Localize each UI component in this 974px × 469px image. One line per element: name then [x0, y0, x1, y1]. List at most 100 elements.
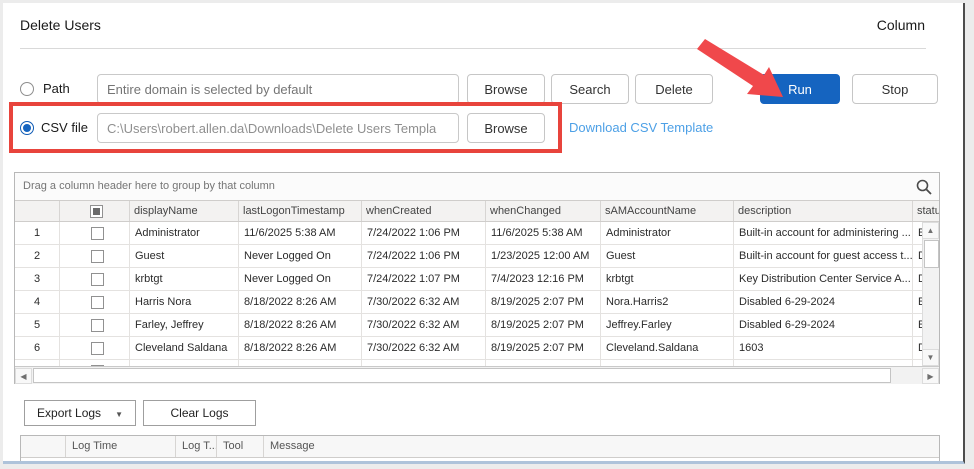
row-checkbox[interactable]	[90, 318, 104, 332]
log-marker-column-header	[21, 436, 66, 457]
column-menu[interactable]: Column	[877, 17, 925, 33]
cell-lastlogontimestamp: Never Logged On	[239, 268, 362, 290]
column-header-whencreated[interactable]: whenCreated	[362, 201, 486, 221]
group-by-bar[interactable]: Drag a column header here to group by th…	[15, 173, 939, 201]
logs-grid: Log Time Log T... Tool Message	[20, 435, 940, 461]
table-row[interactable]: 2 Guest Never Logged On 7/24/2022 1:06 P…	[15, 245, 939, 268]
cell-description: Built-in account for administering ...	[734, 222, 913, 244]
row-checkbox-cell	[60, 222, 130, 244]
horizontal-scrollbar[interactable]: ◀ ▶	[15, 366, 939, 384]
cell-description: Built-in account for guest access t...	[734, 245, 913, 267]
cell-displayname: Harris Nora	[130, 291, 239, 313]
column-header-log-type[interactable]: Log T...	[176, 436, 217, 457]
path-radio[interactable]	[20, 82, 34, 96]
users-grid: Drag a column header here to group by th…	[14, 172, 940, 384]
csv-path-input[interactable]	[97, 113, 459, 143]
run-button[interactable]: Run	[760, 74, 840, 104]
row-checkbox[interactable]	[90, 272, 104, 286]
export-logs-label: Export Logs	[37, 406, 102, 420]
row-number: 4	[15, 291, 60, 313]
row-checkbox-cell	[60, 268, 130, 290]
chevron-down-icon: ▼	[115, 410, 123, 419]
page-title: Delete Users	[20, 17, 101, 33]
cell-samaccountname: Cleveland.Saldana	[601, 337, 734, 359]
csv-radio-label: CSV file	[41, 120, 88, 135]
vertical-scrollbar[interactable]: ▲ ▼	[922, 222, 939, 366]
delete-users-window: Delete Users Column Path Browse Search D…	[3, 3, 965, 464]
table-row[interactable]: 5 Farley, Jeffrey 8/18/2022 8:26 AM 7/30…	[15, 314, 939, 337]
column-header-whenchanged[interactable]: whenChanged	[486, 201, 601, 221]
cell-displayname: Administrator	[130, 222, 239, 244]
title-separator	[20, 48, 926, 49]
cell-whencreated: 7/24/2022 1:06 PM	[362, 245, 486, 267]
path-radio-label: Path	[43, 81, 70, 96]
cell-description: 1603	[734, 337, 913, 359]
scroll-down-button[interactable]: ▼	[922, 349, 939, 366]
cell-whenchanged: 8/19/2025 2:07 PM	[486, 337, 601, 359]
table-row[interactable]: 1 Administrator 11/6/2025 5:38 AM 7/24/2…	[15, 222, 939, 245]
scroll-up-button[interactable]: ▲	[922, 222, 939, 239]
column-header-samaccountname[interactable]: sAMAccountName	[601, 201, 734, 221]
cell-displayname: Farley, Jeffrey	[130, 314, 239, 336]
export-logs-button[interactable]: Export Logs ▼	[24, 400, 136, 426]
cell-whencreated: 7/30/2022 6:32 AM	[362, 314, 486, 336]
scroll-left-button[interactable]: ◀	[15, 368, 32, 384]
row-number: 6	[15, 337, 60, 359]
horizontal-scroll-thumb[interactable]	[33, 368, 891, 383]
row-number-column-header[interactable]	[15, 201, 60, 221]
path-browse-button[interactable]: Browse	[467, 74, 545, 104]
group-by-hint: Drag a column header here to group by th…	[23, 180, 275, 192]
row-number: 3	[15, 268, 60, 290]
cell-whenchanged: 8/19/2025 2:07 PM	[486, 314, 601, 336]
csv-radio[interactable]	[20, 121, 34, 135]
cell-whenchanged: 1/23/2025 12:00 AM	[486, 245, 601, 267]
stop-button[interactable]: Stop	[852, 74, 938, 104]
download-csv-template-link[interactable]: Download CSV Template	[569, 113, 713, 143]
cell-whencreated: 7/30/2022 6:32 AM	[362, 337, 486, 359]
cell-lastlogontimestamp: 8/18/2022 8:26 AM	[239, 337, 362, 359]
column-header-displayname[interactable]: displayName	[130, 201, 239, 221]
column-header-tool[interactable]: Tool	[217, 436, 264, 457]
column-header-description[interactable]: description	[734, 201, 913, 221]
row-checkbox[interactable]	[90, 295, 104, 309]
cell-whencreated: 7/24/2022 1:07 PM	[362, 268, 486, 290]
search-button[interactable]: Search	[551, 74, 629, 104]
cell-samaccountname: krbtgt	[601, 268, 734, 290]
cell-displayname: krbtgt	[130, 268, 239, 290]
cell-whenchanged: 7/4/2023 12:16 PM	[486, 268, 601, 290]
row-checkbox-cell	[60, 291, 130, 313]
row-checkbox[interactable]	[90, 249, 104, 263]
select-all-column-header[interactable]	[60, 201, 130, 221]
row-number: 1	[15, 222, 60, 244]
vertical-scroll-thumb[interactable]	[924, 240, 939, 268]
clear-logs-button[interactable]: Clear Logs	[143, 400, 256, 426]
table-row[interactable]: 3 krbtgt Never Logged On 7/24/2022 1:07 …	[15, 268, 939, 291]
row-checkbox[interactable]	[90, 341, 104, 355]
cell-lastlogontimestamp: 11/6/2025 5:38 AM	[239, 222, 362, 244]
cell-whencreated: 7/24/2022 1:06 PM	[362, 222, 486, 244]
cell-whenchanged: 8/19/2025 2:07 PM	[486, 291, 601, 313]
column-header-status[interactable]: status	[913, 201, 939, 221]
scroll-right-button[interactable]: ▶	[922, 368, 939, 384]
column-header-lastlogontimestamp[interactable]: lastLogonTimestamp	[239, 201, 362, 221]
path-input[interactable]	[97, 74, 459, 104]
table-row[interactable]: 4 Harris Nora 8/18/2022 8:26 AM 7/30/202…	[15, 291, 939, 314]
cell-description: Disabled 6-29-2024	[734, 291, 913, 313]
cell-description: Disabled 6-29-2024	[734, 314, 913, 336]
table-row[interactable]: 6 Cleveland Saldana 8/18/2022 8:26 AM 7/…	[15, 337, 939, 360]
select-all-checkbox[interactable]	[90, 204, 103, 218]
cell-samaccountname: Nora.Harris2	[601, 291, 734, 313]
csv-browse-button[interactable]: Browse	[467, 113, 545, 143]
delete-button[interactable]: Delete	[635, 74, 713, 104]
column-header-message[interactable]: Message	[264, 436, 939, 457]
cell-lastlogontimestamp: 8/18/2022 8:26 AM	[239, 291, 362, 313]
cell-whencreated: 7/30/2022 6:32 AM	[362, 291, 486, 313]
row-checkbox[interactable]	[90, 226, 104, 240]
row-checkbox-cell	[60, 337, 130, 359]
search-icon[interactable]	[915, 178, 933, 196]
cell-samaccountname: Administrator	[601, 222, 734, 244]
column-header-log-time[interactable]: Log Time	[66, 436, 176, 457]
grid-rows: 1 Administrator 11/6/2025 5:38 AM 7/24/2…	[15, 222, 939, 366]
cell-description: Key Distribution Center Service A...	[734, 268, 913, 290]
cell-lastlogontimestamp: 8/18/2022 8:26 AM	[239, 314, 362, 336]
